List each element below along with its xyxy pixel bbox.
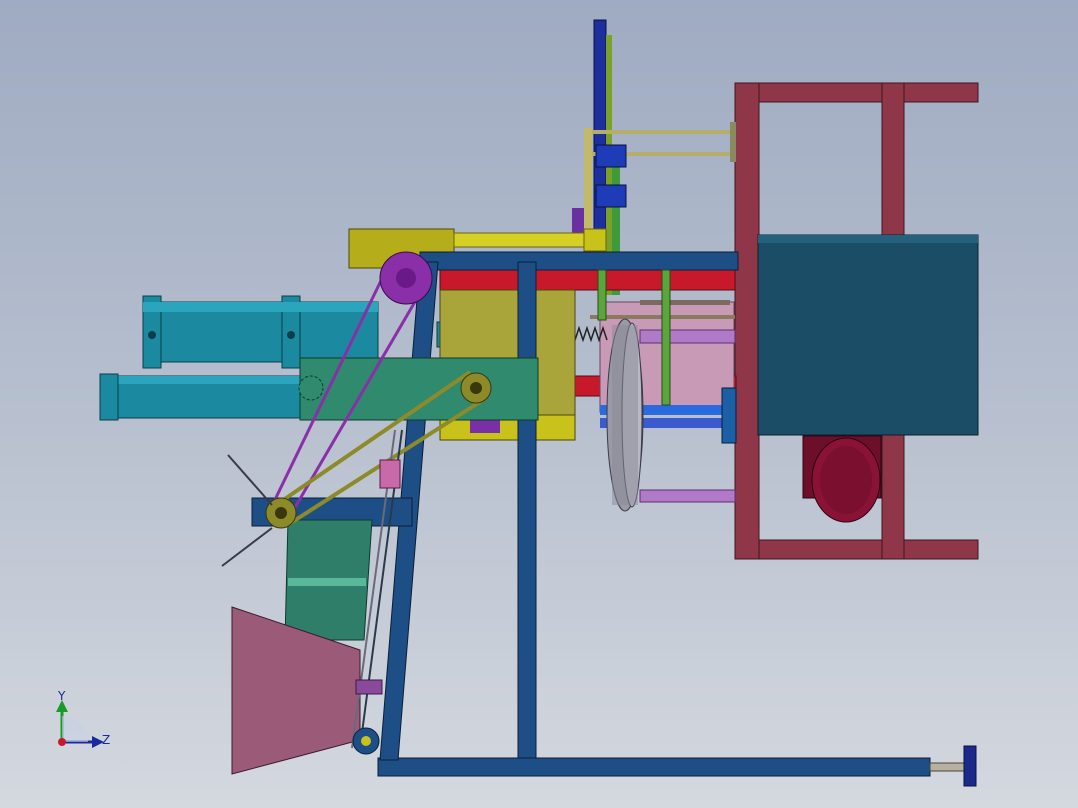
- green-mounting-plate: [299, 357, 539, 421]
- bottom-idler-sprocket: [352, 727, 380, 755]
- axis-triad: Y Z: [56, 689, 110, 748]
- flywheel-disc: [606, 318, 644, 512]
- feed-chute: [284, 519, 373, 641]
- leveling-foot: [929, 745, 977, 787]
- right-pulley: [460, 372, 492, 404]
- machine-assembly-model[interactable]: Y Z: [0, 0, 1078, 808]
- diagonal-strut: [227, 454, 273, 506]
- small-gear: [298, 375, 324, 401]
- electric-motor: [802, 435, 882, 523]
- upper-sprocket: [379, 251, 433, 305]
- diagonal-strut-lower: [221, 527, 273, 567]
- z-axis-label: Z: [102, 733, 110, 747]
- cad-viewport[interactable]: Y Z: [0, 0, 1078, 808]
- frame-top-beam: [419, 251, 739, 271]
- gearbox-housing: [757, 234, 979, 436]
- y-axis-label: Y: [57, 689, 66, 703]
- pneumatic-cylinder-lower: [99, 373, 301, 421]
